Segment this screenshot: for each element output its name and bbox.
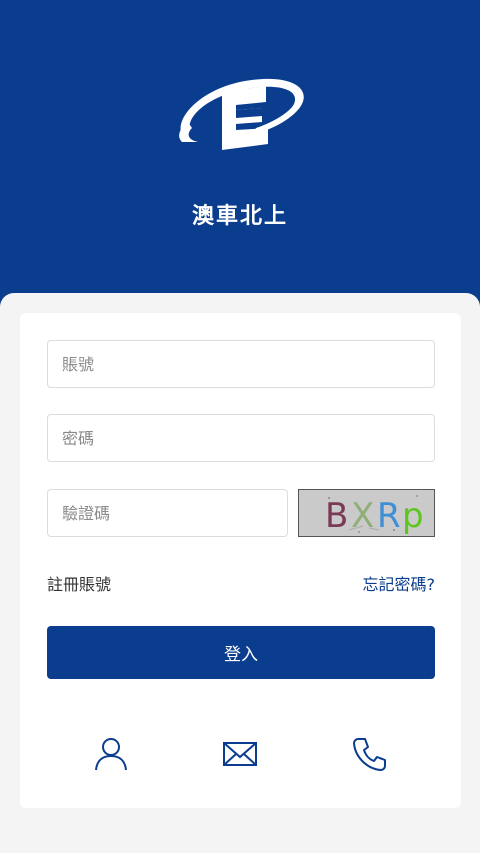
captcha-char: X [351,496,374,536]
account-input[interactable] [47,340,435,388]
captcha-image[interactable]: B X R p [298,489,435,537]
app-title: 澳車北上 [191,204,288,229]
login-card: B X R p 註冊賬號 忘記密碼? 登入 [20,313,461,808]
register-link[interactable]: 註冊賬號 [47,571,111,595]
phone-icon[interactable] [352,736,388,772]
captcha-char: p [402,496,424,536]
auth-links: 註冊賬號 忘記密碼? [47,571,435,595]
captcha-graphic: B X R p [299,490,434,536]
login-button[interactable]: 登入 [47,626,435,679]
mail-icon[interactable] [222,736,258,772]
login-sheet: B X R p 註冊賬號 忘記密碼? 登入 [0,293,480,853]
app-logo-icon [179,78,304,150]
header: 澳車北上 [0,0,480,320]
forgot-password-link[interactable]: 忘記密碼? [363,571,436,595]
password-input[interactable] [47,414,435,462]
user-icon[interactable] [93,736,129,772]
captcha-char: R [377,496,401,536]
captcha-char: B [325,496,348,536]
captcha-input[interactable] [47,489,288,537]
